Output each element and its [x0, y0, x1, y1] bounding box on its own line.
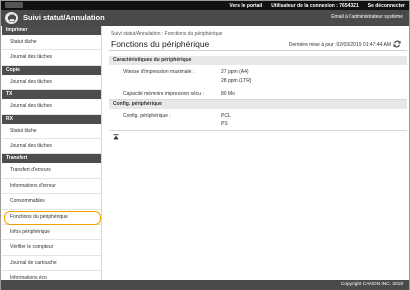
row-label: Vitesse d'impression maximale : [123, 69, 195, 75]
row-label: Config. périphérique : [123, 113, 171, 119]
row-value: PCL [221, 113, 231, 119]
row-value: 80 Mo [221, 91, 235, 97]
last-updated-label: Dernière mise à jour :02/03/2019 01:47:4… [288, 42, 391, 48]
device-config-section: Config. périphérique Config. périphériqu… [109, 100, 407, 130]
sidebar-item-rx-job-log[interactable]: Journal des tâches [2, 139, 101, 155]
sidebar-item-cartridge-log[interactable]: Journal de cartouche [2, 256, 101, 272]
sidebar-item-device-features[interactable]: Fonctions du périphérique [2, 210, 101, 225]
max-print-speed-row: Vitesse d'impression maximale : 27 ppm (… [109, 69, 407, 91]
sidebar-group-rx: RX [2, 114, 101, 124]
main-content: Suivi statut/Annulation : Fonctions du p… [105, 26, 407, 280]
scroll-to-top-icon[interactable] [113, 134, 119, 140]
sidebar-item-error-forwarding[interactable]: Transfert d'erreurs [2, 163, 101, 179]
refresh-icon[interactable] [393, 40, 401, 48]
sidebar-group-tx: TX [2, 90, 101, 100]
copyright: Copyright CANON INC. 2018 [340, 282, 403, 287]
sidebar-item-rx-job-status[interactable]: Statut tâche [2, 124, 101, 139]
top-bar: Vers le portail Utilisateur de la connex… [1, 1, 409, 10]
header-bar: Suivi statut/Annulation Email à l'admini… [1, 10, 409, 26]
sidebar-group-transfert: Transfert [2, 154, 101, 164]
section-heading: Caractéristiques du périphérique [109, 56, 407, 65]
sidebar-item-copy-job-log[interactable]: Journal des tâches [2, 75, 101, 91]
logout-link[interactable]: Se déconnecter [368, 3, 405, 9]
row-value: 28 ppm (LTR) [221, 78, 252, 84]
page-title: Fonctions du périphérique [111, 39, 210, 49]
admin-mail-link[interactable]: Email à l'administrateur système [331, 14, 403, 20]
row-value: PS [221, 121, 228, 127]
breadcrumb: Suivi statut/Annulation : Fonctions du p… [111, 31, 223, 37]
row-label: Capacité mémoire impression sécu : [123, 91, 204, 97]
device-logo-icon[interactable] [5, 12, 18, 24]
sidebar-item-print-job-status[interactable]: Statut tâche [2, 35, 101, 51]
browser-frame: Vers le portail Utilisateur de la connex… [0, 0, 410, 290]
title-divider [109, 50, 407, 51]
portal-link[interactable]: Vers le portail [229, 3, 262, 9]
sidebar-item-consumables[interactable]: Consommables [2, 194, 101, 210]
row-value: 27 ppm (A4) [221, 69, 249, 75]
sidebar-item-check-counter[interactable]: Vérifier le compteur [2, 240, 101, 256]
sidebar-group-imprimer: Imprimer [2, 26, 101, 35]
image-tag [5, 2, 23, 8]
section-heading: Config. périphérique [109, 100, 407, 109]
header-title: Suivi statut/Annulation [23, 13, 105, 22]
sidebar-item-device-info[interactable]: Infos périphérique [2, 225, 101, 241]
active-item-highlight [4, 210, 101, 225]
sidebar-item-error-information[interactable]: Informations d'erreur [2, 179, 101, 195]
sidebar: Imprimer Statut tâche Journal des tâches… [2, 26, 102, 287]
login-user-label: Utilisateur de la connexion : 7654321 [271, 2, 359, 9]
device-specs-section: Caractéristiques du périphérique Vitesse… [109, 56, 407, 99]
section-divider [109, 130, 407, 131]
secure-print-memory-row: Capacité mémoire impression sécu : 80 Mo [109, 91, 407, 99]
top-links: Vers le portail Utilisateur de la connex… [229, 1, 405, 10]
sidebar-group-copie: Copie [2, 65, 101, 75]
footer-bar: Copyright CANON INC. 2018 [1, 280, 409, 290]
sidebar-item-print-job-log[interactable]: Journal des tâches [2, 50, 101, 66]
sidebar-item-tx-job-log[interactable]: Journal des tâches [2, 99, 101, 115]
